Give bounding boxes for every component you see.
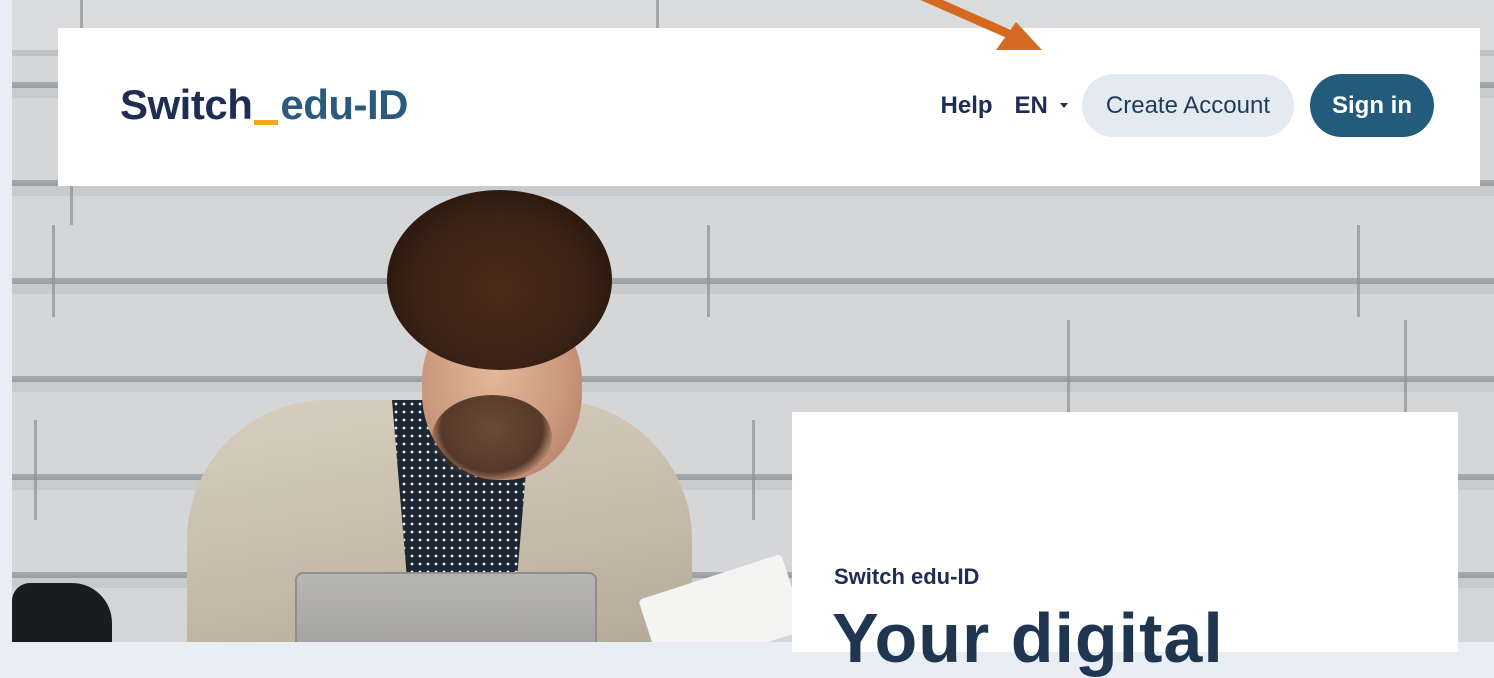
caret-down-icon — [1059, 103, 1068, 108]
annotation-arrow-icon — [920, 0, 1042, 50]
stair-joint — [752, 420, 755, 520]
create-account-button[interactable]: Create Account — [1081, 74, 1294, 137]
logo-underscore — [254, 120, 279, 125]
switch-edu-id-logo[interactable]: Switch edu-ID — [120, 81, 409, 129]
hair — [387, 190, 612, 370]
hero-eyebrow: Switch edu-ID — [834, 564, 980, 589]
sign-in-button[interactable]: Sign in — [1310, 74, 1434, 137]
stair-joint — [70, 185, 73, 225]
logo-text-edu-id: edu-ID — [280, 81, 409, 128]
stair-joint — [707, 225, 710, 317]
backpack — [12, 583, 112, 642]
hero-title: Your digital — [832, 599, 1224, 677]
stair-joint — [52, 225, 55, 317]
beard — [432, 395, 552, 480]
logo-text-switch: Switch — [120, 81, 253, 128]
stair-joint — [1357, 225, 1360, 317]
hero-card: Switch edu-ID Your digital — [792, 412, 1458, 677]
main-nav: Help EN Create Account Sign in — [931, 74, 1434, 137]
site-header: Switch edu-ID Help EN Create Account Sign… — [58, 28, 1480, 186]
language-label: EN — [1014, 91, 1048, 119]
stair-joint — [1404, 320, 1407, 412]
laptop — [295, 572, 597, 642]
stair-joint — [34, 420, 37, 520]
help-link[interactable]: Help — [931, 92, 1003, 120]
language-selector[interactable]: EN — [1015, 92, 1068, 120]
stair-joint — [1067, 320, 1070, 412]
